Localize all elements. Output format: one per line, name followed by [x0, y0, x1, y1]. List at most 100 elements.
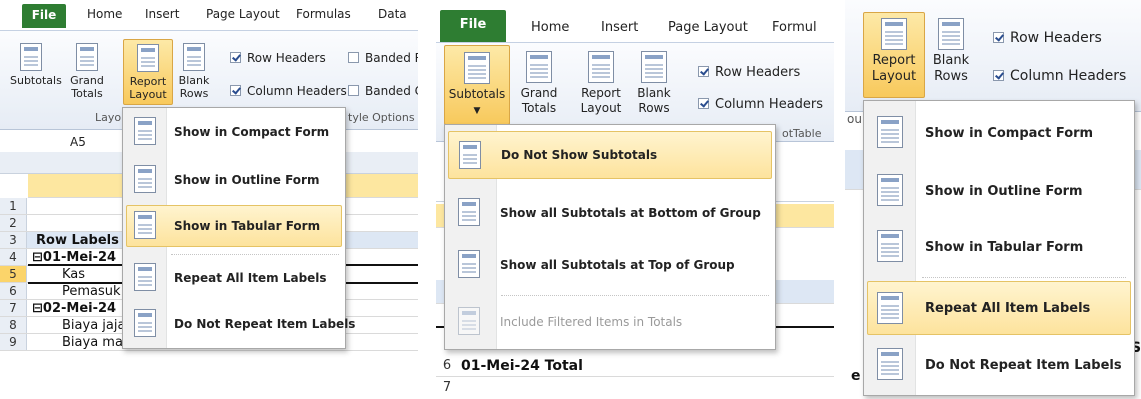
blank-rows-label: Blank Rows	[932, 53, 970, 84]
report-layout-button[interactable]: Report Layout	[123, 39, 173, 105]
no-repeat-labels-icon	[134, 309, 156, 337]
subtotals-button[interactable]: Subtotals	[10, 43, 62, 87]
menu-item-label: Show all Subtotals at Top of Group	[500, 258, 735, 272]
menu-item-label: Show in Compact Form	[174, 125, 330, 139]
tab-insert[interactable]: Insert	[601, 20, 638, 35]
report-layout-dropdown: Show in Compact Form Show in Outline For…	[122, 107, 355, 349]
row-headers-checkbox[interactable]: Row Headers	[993, 30, 1102, 46]
tab-data[interactable]: Data	[378, 7, 407, 21]
row-number: 4	[0, 249, 27, 265]
menu-item-label: Show in Tabular Form	[174, 219, 321, 233]
menu-item-label: Show in Tabular Form	[925, 239, 1084, 255]
report-layout-label: Report Layout	[129, 75, 167, 101]
tab-formulas[interactable]: Formulas	[296, 7, 351, 21]
blank-rows-button[interactable]: Blank Rows	[929, 18, 973, 85]
menu-item-repeat-all-item-labels[interactable]: Repeat All Item Labels	[867, 281, 1131, 335]
menu-item-tabular-form[interactable]: Show in Tabular Form	[126, 205, 342, 247]
menu-item-subtotals-top[interactable]: Show all Subtotals at Top of Group	[448, 241, 772, 289]
checkbox-empty-icon	[348, 85, 359, 96]
tab-page-layout[interactable]: Page Layout	[668, 20, 748, 35]
row-number: 3	[0, 232, 27, 248]
no-subtotals-icon	[459, 141, 481, 169]
ribbon-tabs: File Home Insert Page Layout Formul	[436, 0, 834, 42]
panel-report-layout-menu-zoomed: Report Layout Blank Rows Row Headers Col…	[845, 0, 1141, 399]
tab-page-layout[interactable]: Page Layout	[206, 7, 280, 21]
menu-item-include-filtered[interactable]: Include Filtered Items in Totals	[448, 299, 772, 345]
row-number: 2	[0, 215, 27, 231]
compact-form-icon	[134, 117, 156, 145]
table-row: 6 01-Mei-24 Total	[436, 355, 834, 377]
banded-rows-checkbox[interactable]: Banded R	[348, 51, 418, 65]
subtotals-button[interactable]: Subtotals ▼	[444, 45, 510, 125]
check-icon	[230, 85, 241, 96]
menu-item-label: Do Not Repeat Item Labels	[925, 357, 1122, 373]
row-headers-label: Row Headers	[247, 51, 326, 65]
menu-item-do-not-repeat-item-labels[interactable]: Do Not Repeat Item Labels	[867, 339, 1131, 391]
menu-separator	[922, 277, 1126, 278]
tab-file[interactable]: File	[440, 10, 506, 42]
blank-rows-button[interactable]: Blank Rows	[632, 51, 676, 116]
tab-insert[interactable]: Insert	[145, 7, 179, 21]
menu-item-label: Show all Subtotals at Bottom of Group	[500, 206, 761, 220]
cell[interactable]: Kas	[62, 266, 85, 283]
tab-formulas[interactable]: Formul	[772, 20, 817, 35]
row-number: 8	[0, 317, 27, 333]
tabular-form-icon	[134, 211, 156, 239]
cell[interactable]: 01-Mei-24 Total	[461, 355, 583, 377]
menu-item-tabular-form[interactable]: Show in Tabular Form	[867, 221, 1131, 273]
subtotals-bottom-icon	[458, 198, 480, 226]
cell-fragment: e	[851, 368, 861, 384]
group-label-fragment: ou	[847, 112, 862, 126]
menu-item-do-not-show-subtotals[interactable]: Do Not Show Subtotals	[448, 131, 772, 179]
column-headers-label: Column Headers	[247, 84, 347, 98]
no-repeat-labels-icon	[877, 348, 903, 380]
column-headers-label: Column Headers	[715, 97, 824, 112]
grand-totals-button[interactable]: Grand Totals	[64, 43, 110, 100]
menu-item-compact-form[interactable]: Show in Compact Form	[126, 112, 342, 152]
row-number: 1	[0, 198, 27, 214]
name-box[interactable]: A5	[70, 135, 86, 149]
grand-totals-button[interactable]: Grand Totals	[514, 51, 564, 116]
subtotals-dropdown: Do Not Show Subtotals Show all Subtotals…	[444, 124, 776, 350]
menu-item-compact-form[interactable]: Show in Compact Form	[867, 107, 1131, 159]
menu-item-label: Show in Outline Form	[174, 173, 320, 187]
table-row: 7	[436, 377, 834, 399]
check-icon	[993, 32, 1004, 43]
menu-item-label: Do Not Show Subtotals	[501, 148, 658, 162]
blank-rows-button[interactable]: Blank Rows	[174, 43, 214, 100]
menu-item-do-not-repeat-item-labels[interactable]: Do Not Repeat Item Labels	[126, 304, 355, 344]
menu-item-subtotals-bottom[interactable]: Show all Subtotals at Bottom of Group	[448, 189, 772, 237]
menu-item-repeat-all-item-labels[interactable]: Repeat All Item Labels	[126, 258, 342, 298]
menu-item-label: Repeat All Item Labels	[925, 300, 1091, 316]
banded-columns-checkbox[interactable]: Banded C	[348, 84, 418, 98]
repeat-labels-icon	[877, 292, 903, 324]
menu-item-label: Do Not Repeat Item Labels	[174, 317, 356, 331]
row-headers-checkbox[interactable]: Row Headers	[230, 51, 326, 65]
repeat-labels-icon	[134, 263, 156, 291]
check-icon	[698, 98, 709, 109]
report-layout-button[interactable]: Report Layout	[863, 12, 925, 98]
column-headers-checkbox[interactable]: Column Headers	[698, 97, 823, 112]
column-headers-label: Column Headers	[1010, 68, 1127, 84]
cell[interactable]: ⊟02-Mei-24	[32, 300, 116, 317]
column-headers-checkbox[interactable]: Column Headers	[993, 68, 1126, 84]
cell[interactable]: Pemasuk	[62, 283, 121, 300]
outline-form-icon	[134, 165, 156, 193]
menu-item-outline-form[interactable]: Show in Outline Form	[867, 165, 1131, 217]
row-headers-checkbox[interactable]: Row Headers	[698, 65, 800, 80]
include-filtered-icon	[458, 307, 480, 335]
tab-home[interactable]: Home	[531, 20, 569, 35]
banded-columns-label: Banded C	[365, 84, 418, 98]
tab-file[interactable]: File	[22, 4, 66, 28]
banded-rows-label: Banded R	[365, 51, 418, 65]
menu-item-label: Show in Outline Form	[925, 183, 1083, 199]
tabular-form-icon	[877, 230, 903, 262]
grand-totals-icon	[76, 43, 98, 71]
column-headers-checkbox[interactable]: Column Headers	[230, 84, 347, 98]
row-number: 7	[0, 300, 27, 316]
tab-home[interactable]: Home	[87, 7, 122, 21]
report-layout-button[interactable]: Report Layout	[574, 51, 628, 116]
cell[interactable]: Row Labels	[36, 232, 119, 249]
menu-item-outline-form[interactable]: Show in Outline Form	[126, 160, 342, 200]
panel-subtotals-menu: File Home Insert Page Layout Formul Subt…	[436, 0, 834, 399]
